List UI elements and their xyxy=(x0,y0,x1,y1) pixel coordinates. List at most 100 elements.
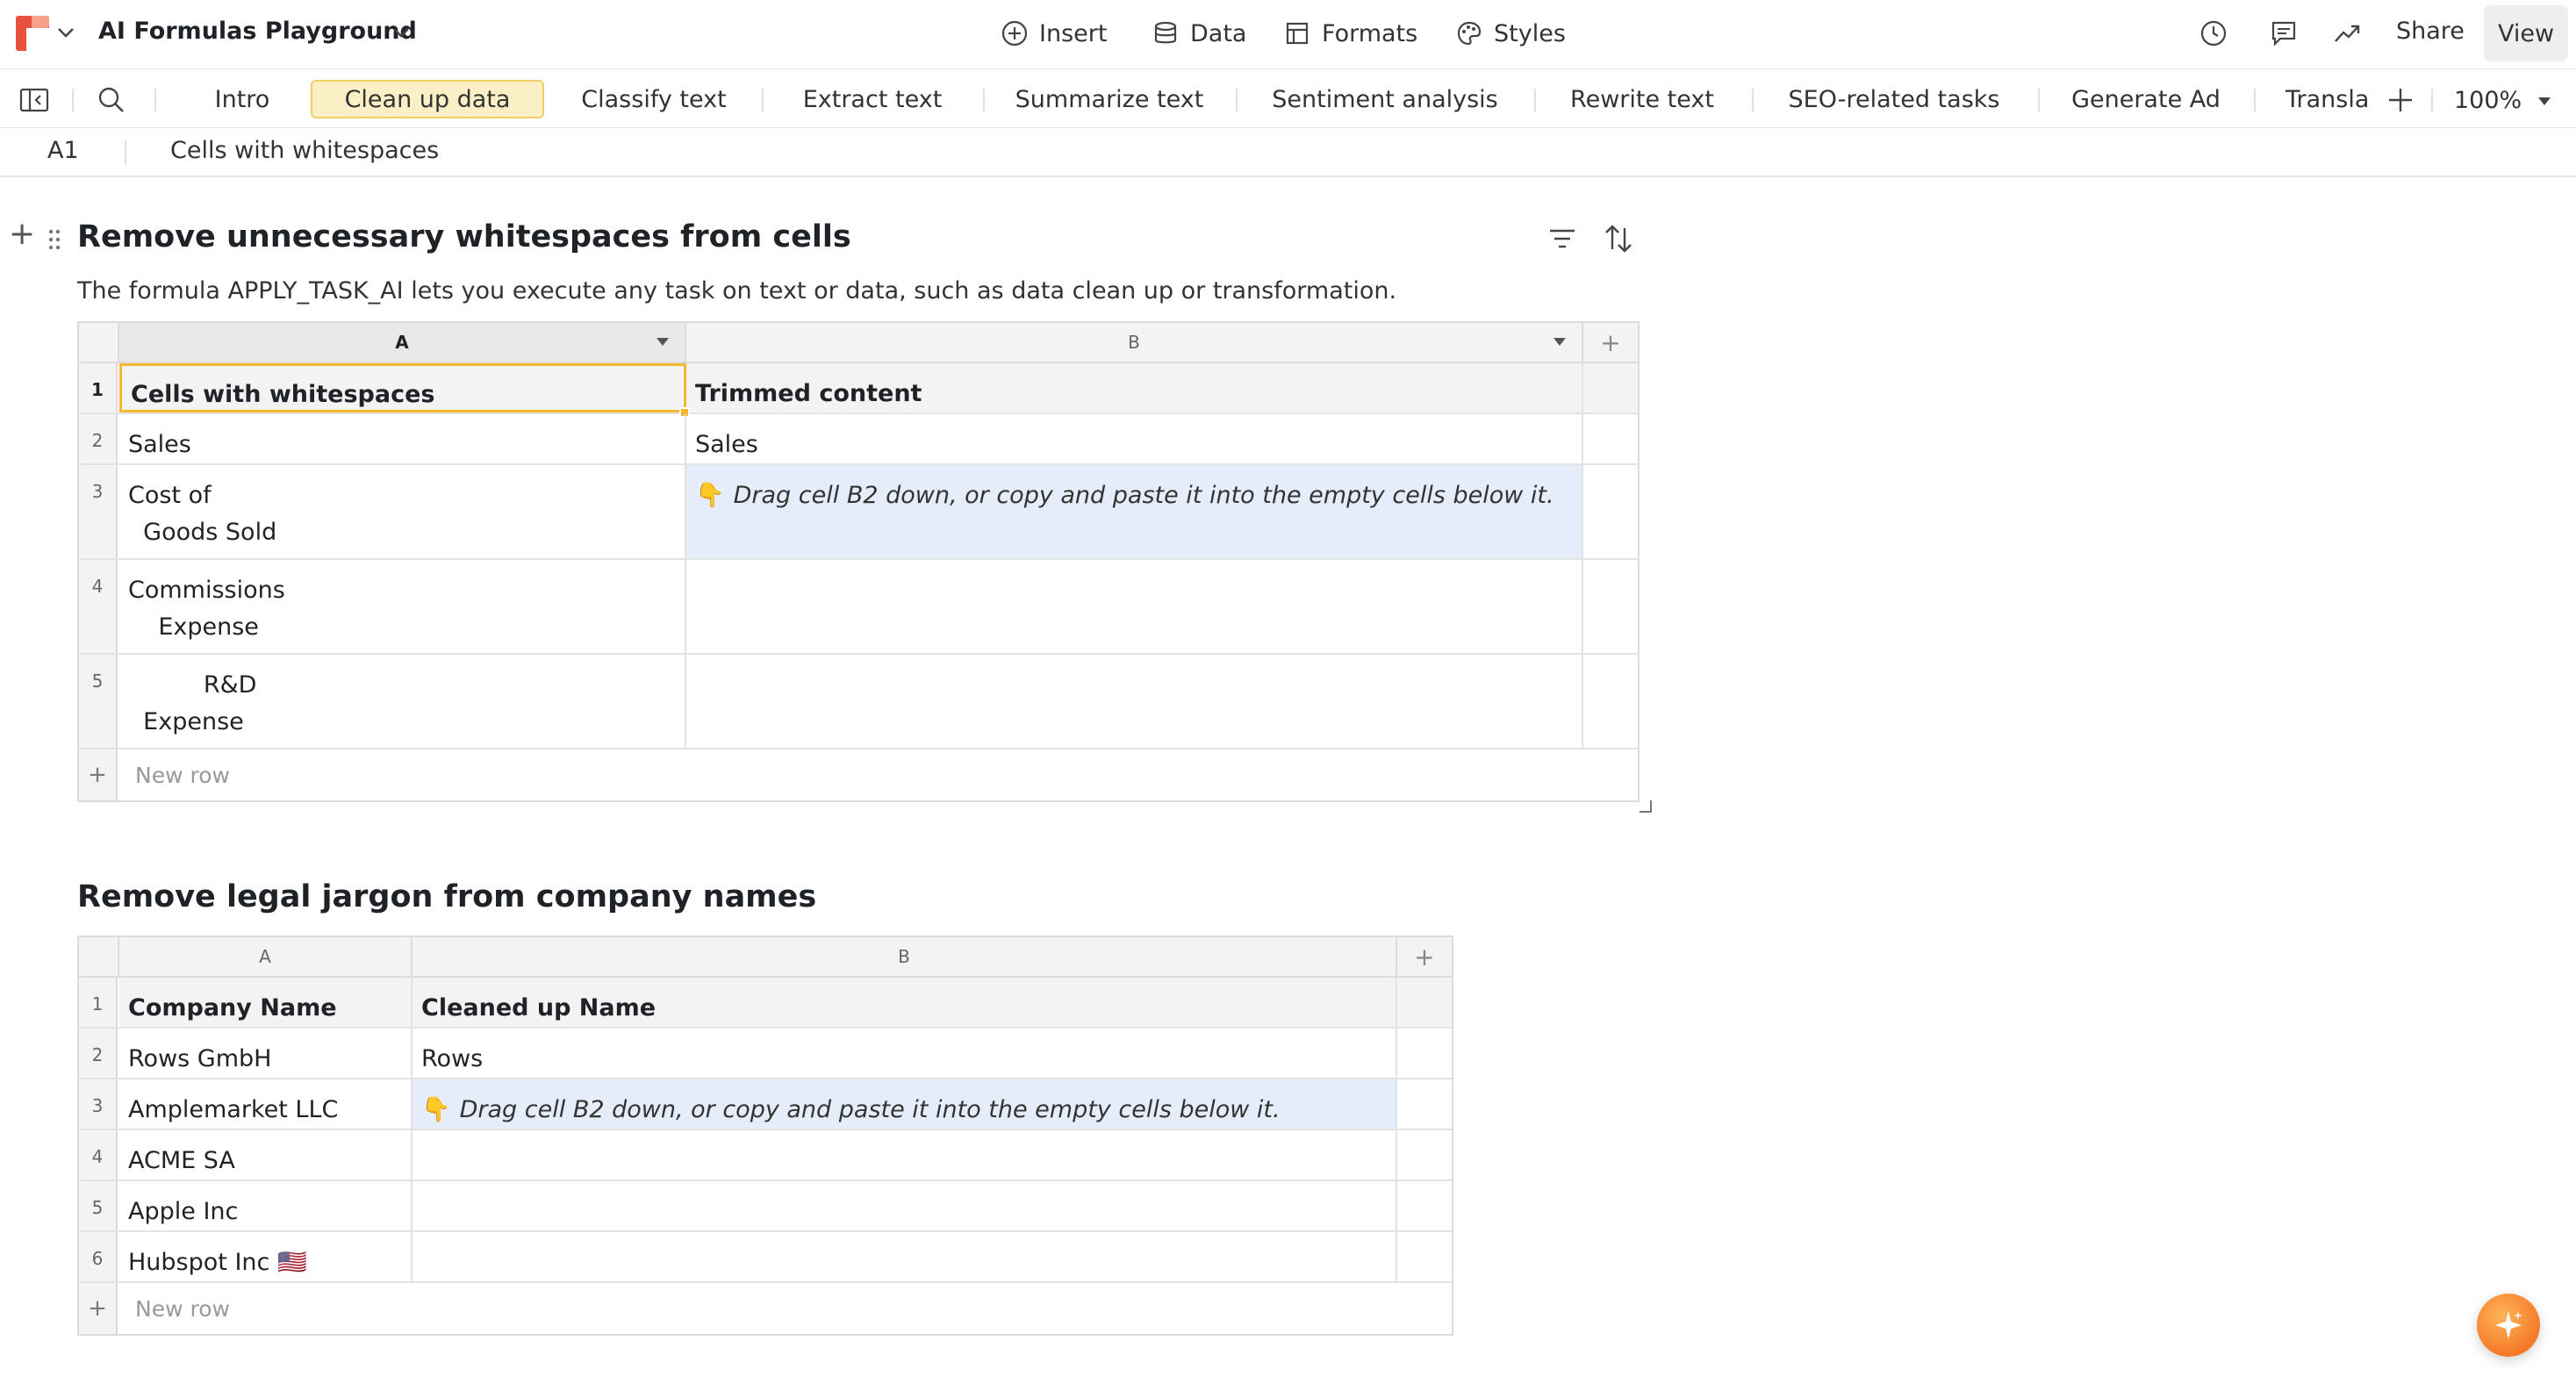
column-header-b[interactable]: B xyxy=(413,937,1397,976)
title-chevron-down-icon[interactable] xyxy=(390,19,413,46)
resize-handle-icon[interactable] xyxy=(1640,800,1652,813)
cell-empty[interactable] xyxy=(1583,363,1638,412)
cell-b5[interactable] xyxy=(413,1181,1397,1230)
row-number[interactable]: 5 xyxy=(79,655,118,748)
tab-extract-text[interactable]: Extract text xyxy=(776,80,969,118)
cell-a1[interactable]: Cells with whitespaces xyxy=(119,363,686,412)
cell-b6[interactable] xyxy=(413,1232,1397,1281)
tab-classify-text[interactable]: Classify text xyxy=(558,80,750,118)
cell-a5[interactable]: R&D Expense xyxy=(119,655,686,748)
row-number[interactable]: 6 xyxy=(79,1232,118,1281)
cell-b1[interactable]: Trimmed content xyxy=(686,363,1583,412)
cell-empty[interactable] xyxy=(1397,1079,1452,1129)
cell-empty[interactable] xyxy=(1583,655,1638,748)
add-page-icon[interactable] xyxy=(2386,85,2415,115)
cell-empty[interactable] xyxy=(1397,1130,1452,1179)
database-icon xyxy=(1154,21,1177,44)
tab-sentiment-analysis[interactable]: Sentiment analysis xyxy=(1250,80,1520,118)
corner-cell[interactable] xyxy=(79,937,119,976)
row-number[interactable]: 3 xyxy=(79,1079,118,1129)
cell-reference[interactable]: A1 xyxy=(47,137,79,164)
cell-a4[interactable]: ACME SA xyxy=(119,1130,413,1179)
table-row: 3 Amplemarket LLC 👇 Drag cell B2 down, or… xyxy=(79,1079,1452,1130)
row-number[interactable]: 3 xyxy=(79,465,118,558)
insert-label: Insert xyxy=(1039,19,1108,47)
data-button[interactable]: Data xyxy=(1152,14,1246,53)
cell-b3-hint[interactable]: 👇 Drag cell B2 down, or copy and paste it… xyxy=(686,465,1583,558)
add-column-button[interactable]: + xyxy=(1397,937,1452,976)
tab-translate[interactable]: Transla xyxy=(2285,80,2370,118)
drag-handle-icon[interactable] xyxy=(47,228,61,251)
add-column-button[interactable]: + xyxy=(1583,323,1638,362)
data-label: Data xyxy=(1190,19,1247,47)
cell-empty[interactable] xyxy=(1397,1181,1452,1230)
cell-empty[interactable] xyxy=(1583,414,1638,463)
caret-down-icon[interactable] xyxy=(657,338,669,346)
column-header-a[interactable]: A xyxy=(119,937,413,976)
app-title[interactable]: AI Formulas Playground xyxy=(98,18,417,45)
cell-a3[interactable]: Amplemarket LLC xyxy=(119,1079,413,1129)
add-block-icon[interactable]: + xyxy=(9,216,35,252)
trend-up-icon[interactable] xyxy=(2331,18,2363,49)
table-row: 4 Commissions Expense xyxy=(79,560,1638,655)
view-button[interactable]: View xyxy=(2484,5,2568,61)
cell-a2[interactable]: Sales xyxy=(119,414,686,463)
cell-b3-hint[interactable]: 👇 Drag cell B2 down, or copy and paste it… xyxy=(413,1079,1397,1129)
hint-text: Drag cell B2 down, or copy and paste it … xyxy=(733,482,1554,509)
row-number[interactable]: 5 xyxy=(79,1181,118,1230)
insert-button[interactable]: Insert xyxy=(1001,14,1107,53)
formats-button[interactable]: Formats xyxy=(1283,14,1417,53)
cell-b2[interactable]: Sales xyxy=(686,414,1583,463)
cell-empty[interactable] xyxy=(1397,1232,1452,1281)
cell-empty[interactable] xyxy=(1397,1029,1452,1078)
cell-empty[interactable] xyxy=(1583,560,1638,653)
styles-button[interactable]: Styles xyxy=(1455,14,1566,53)
filter-icon[interactable] xyxy=(1546,223,1578,255)
tab-intro[interactable]: Intro xyxy=(181,80,304,118)
cell-a6[interactable]: Hubspot Inc 🇺🇸 xyxy=(119,1232,413,1281)
comment-icon[interactable] xyxy=(2268,18,2300,49)
sidebar-toggle-icon[interactable] xyxy=(19,87,49,113)
tab-rewrite-text[interactable]: Rewrite text xyxy=(1548,80,1736,118)
row-number[interactable]: 1 xyxy=(79,978,118,1027)
zoom-selector[interactable]: 100% xyxy=(2454,87,2551,114)
tab-label: Generate Ad xyxy=(2071,85,2221,113)
new-row-button[interactable]: + New row xyxy=(79,1283,1452,1334)
sort-icon[interactable] xyxy=(1603,223,1634,255)
tab-generate-ad[interactable]: Generate Ad xyxy=(2052,80,2240,118)
search-icon[interactable] xyxy=(97,85,126,115)
ai-assistant-button[interactable] xyxy=(2477,1294,2540,1357)
cell-empty[interactable] xyxy=(1583,465,1638,558)
cell-b1[interactable]: Cleaned up Name xyxy=(413,978,1397,1027)
cell-a1[interactable]: Company Name xyxy=(119,978,413,1027)
column-header-a[interactable]: A xyxy=(119,323,686,362)
row-number[interactable]: 1 xyxy=(79,363,118,412)
share-button[interactable]: Share xyxy=(2396,18,2465,45)
chevron-down-icon[interactable] xyxy=(54,19,77,46)
history-icon[interactable] xyxy=(2198,18,2229,49)
tab-clean-up-data[interactable]: Clean up data xyxy=(311,80,544,118)
tab-seo-related-tasks[interactable]: SEO-related tasks xyxy=(1766,80,2022,118)
tab-summarize-text[interactable]: Summarize text xyxy=(997,80,1222,118)
cell-content-input[interactable]: Cells with whitespaces xyxy=(170,137,439,164)
cell-b2[interactable]: Rows xyxy=(413,1029,1397,1078)
new-row-button[interactable]: + New row xyxy=(79,749,1638,800)
corner-cell[interactable] xyxy=(79,323,119,362)
caret-down-icon[interactable] xyxy=(1553,338,1566,346)
cell-a2[interactable]: Rows GmbH xyxy=(119,1029,413,1078)
cell-a4[interactable]: Commissions Expense xyxy=(119,560,686,653)
row-number[interactable]: 4 xyxy=(79,1130,118,1179)
cell-b4[interactable] xyxy=(686,560,1583,653)
tab-label: Transla xyxy=(2285,85,2370,113)
cell-a5[interactable]: Apple Inc xyxy=(119,1181,413,1230)
row-number[interactable]: 4 xyxy=(79,560,118,653)
rows-logo[interactable] xyxy=(16,16,49,51)
cell-a3[interactable]: Cost of Goods Sold xyxy=(119,465,686,558)
tab-label: Clean up data xyxy=(344,85,511,113)
cell-b5[interactable] xyxy=(686,655,1583,748)
cell-b4[interactable] xyxy=(413,1130,1397,1179)
row-number[interactable]: 2 xyxy=(79,414,118,463)
row-number[interactable]: 2 xyxy=(79,1029,118,1078)
cell-empty[interactable] xyxy=(1397,978,1452,1027)
column-header-b[interactable]: B xyxy=(686,323,1583,362)
